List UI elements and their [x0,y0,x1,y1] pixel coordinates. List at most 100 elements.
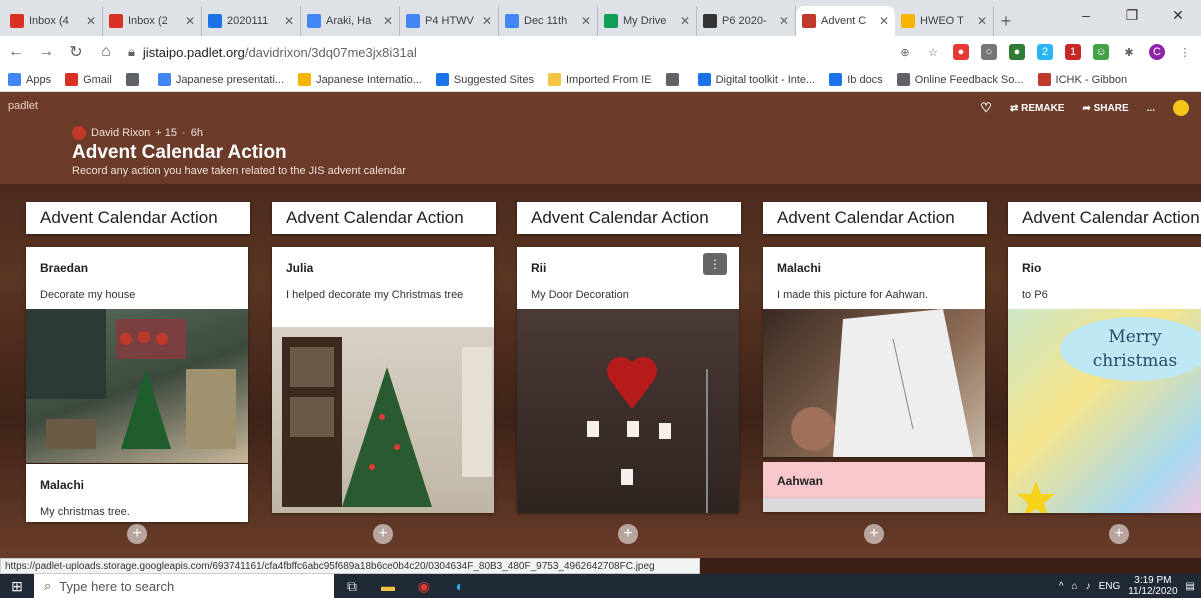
bookmark-label: ICHK - Gibbon [1055,73,1128,86]
menu-icon[interactable]: ⋮ [1177,44,1193,60]
padlet-brand[interactable]: padlet [8,100,38,112]
puzzle-icon[interactable]: ✱ [1121,44,1137,60]
taskbar-search[interactable]: ⌕ Type here to search [34,574,334,598]
add-post-button[interactable]: + [373,524,393,544]
file-explorer-icon[interactable]: ▬ [370,574,406,598]
new-tab-button[interactable]: + [994,6,1018,36]
post-menu-button[interactable]: ⋮ [703,253,727,275]
close-tab-icon[interactable]: ✕ [482,14,492,28]
bookmark-icon [896,73,910,86]
post-card[interactable]: Malachi I made this picture for Aahwan. [763,247,985,457]
browser-tab[interactable]: P6 2020- ✕ [697,6,796,36]
chrome-icon[interactable]: ◉ [406,574,442,598]
close-tab-icon[interactable]: ✕ [779,14,789,28]
column-title: Advent Calendar Action [517,202,741,234]
post-card[interactable]: Malachi My christmas tree. [26,464,248,522]
page-title: Advent Calendar Action [72,142,287,163]
post-card[interactable]: Rii My Door Decoration [517,247,739,513]
close-tab-icon[interactable]: ✕ [284,14,294,28]
bookmark-item[interactable]: Japanese presentati... [157,73,285,86]
volume-icon[interactable]: ♪ [1086,581,1091,592]
post-image[interactable]: Merry christmas [1008,309,1201,513]
add-post-button[interactable]: + [864,524,884,544]
bookmark-item[interactable]: Suggested Sites [435,73,534,86]
padlet-logo[interactable] [1173,100,1189,116]
tray-chevron-icon[interactable]: ^ [1059,581,1064,592]
close-tab-icon[interactable]: ✕ [383,14,393,28]
close-tab-icon[interactable]: ✕ [879,14,889,28]
post-image[interactable] [26,309,248,463]
close-tab-icon[interactable]: ✕ [185,14,195,28]
extension-icon[interactable]: ☺ [1093,44,1109,60]
post-card[interactable]: Braedan Decorate my house [26,247,248,463]
browser-tab[interactable]: Inbox (2 ✕ [103,6,202,36]
reload-button[interactable]: ↻ [68,42,84,62]
notifications-icon[interactable]: ▤ [1186,581,1195,592]
add-post-button[interactable]: + [1109,524,1129,544]
browser-tab[interactable]: My Drive ✕ [598,6,697,36]
browser-tab[interactable]: Advent C ✕ [796,6,895,36]
windows-start-icon[interactable]: ⊞ [0,574,34,598]
more-options-button[interactable]: ... [1147,103,1155,114]
post-image[interactable] [272,327,494,513]
extension-icon[interactable]: ● [1009,44,1025,60]
heart-icon[interactable]: ♡ [980,100,992,116]
post-image[interactable] [763,309,985,457]
extension-icon[interactable]: 1 [1065,44,1081,60]
post-card[interactable]: Rio to P6 Merry christmas [1008,247,1201,513]
add-post-button[interactable]: + [618,524,638,544]
column-4: Advent Calendar Action [763,202,987,234]
bookmark-item[interactable]: Apps [8,73,51,86]
edge-icon[interactable]: ◐ [442,574,478,598]
close-window-button[interactable]: ✕ [1155,0,1201,30]
bookmark-star-icon[interactable]: ☆ [925,44,941,60]
browser-tab[interactable]: HWEO T ✕ [895,6,994,36]
browser-tab[interactable]: 2020111 ✕ [202,6,301,36]
url-host: jistaipo.padlet.org [142,44,245,60]
bookmark-item[interactable]: Japanese Internatio... [298,73,422,86]
post-card[interactable]: Aahwan [763,462,985,498]
remake-button[interactable]: ⇄ REMAKE [1010,103,1065,114]
restore-button[interactable]: ❐ [1109,0,1155,30]
post-card[interactable]: Julia I helped decorate my Christmas tre… [272,247,494,513]
browser-tab[interactable]: Inbox (4 ✕ [4,6,103,36]
bookmark-item[interactable] [665,73,684,86]
network-icon[interactable]: ⌂ [1072,581,1078,592]
post-author: Rio [1022,261,1042,275]
close-tab-icon[interactable]: ✕ [86,14,96,28]
bookmark-item[interactable]: Imported From IE [547,73,652,86]
forward-button[interactable]: → [38,43,54,61]
close-tab-icon[interactable]: ✕ [977,14,987,28]
add-icon[interactable]: ⊕ [897,44,913,60]
lang-indicator[interactable]: ENG [1099,581,1121,592]
post-body: My Door Decoration [531,289,629,301]
bookmark-item[interactable] [125,73,144,86]
bookmark-item[interactable]: Ib docs [829,73,883,86]
share-button[interactable]: ➦ SHARE [1082,103,1128,114]
home-button[interactable]: ⌂ [98,43,114,61]
tab-favicon-icon [802,14,816,28]
extension-icon[interactable]: ● [953,44,969,60]
bookmark-item[interactable]: Digital toolkit - Inte... [697,73,815,86]
back-button[interactable]: ← [8,43,24,61]
bookmark-label: Japanese presentati... [175,73,285,86]
minimize-button[interactable]: – [1063,0,1109,30]
extensions-area: ⊕ ☆ ● ○ ● 2 1 ☺ ✱ C ⋮ [897,44,1193,60]
close-tab-icon[interactable]: ✕ [581,14,591,28]
column-title: Advent Calendar Action [763,202,987,234]
extension-icon[interactable]: 2 [1037,44,1053,60]
bookmark-item[interactable]: Online Feedback So... [896,73,1024,86]
clock[interactable]: 3:19 PM 11/12/2020 [1128,575,1177,597]
close-tab-icon[interactable]: ✕ [680,14,690,28]
address-bar[interactable]: 🔒︎ jistaipo.padlet.org/davidrixon/3dq07m… [128,40,883,64]
task-view-icon[interactable]: ⧉ [334,574,370,598]
bookmark-item[interactable]: ICHK - Gibbon [1037,73,1128,86]
add-post-button[interactable]: + [127,524,147,544]
browser-tab[interactable]: Dec 11th ✕ [499,6,598,36]
bookmark-item[interactable]: Gmail [65,73,112,86]
extension-icon[interactable]: ○ [981,44,997,60]
profile-avatar[interactable]: C [1149,44,1165,60]
browser-tab[interactable]: Araki, Ha ✕ [301,6,400,36]
post-image[interactable] [517,309,739,513]
browser-tab[interactable]: P4 HTWV ✕ [400,6,499,36]
